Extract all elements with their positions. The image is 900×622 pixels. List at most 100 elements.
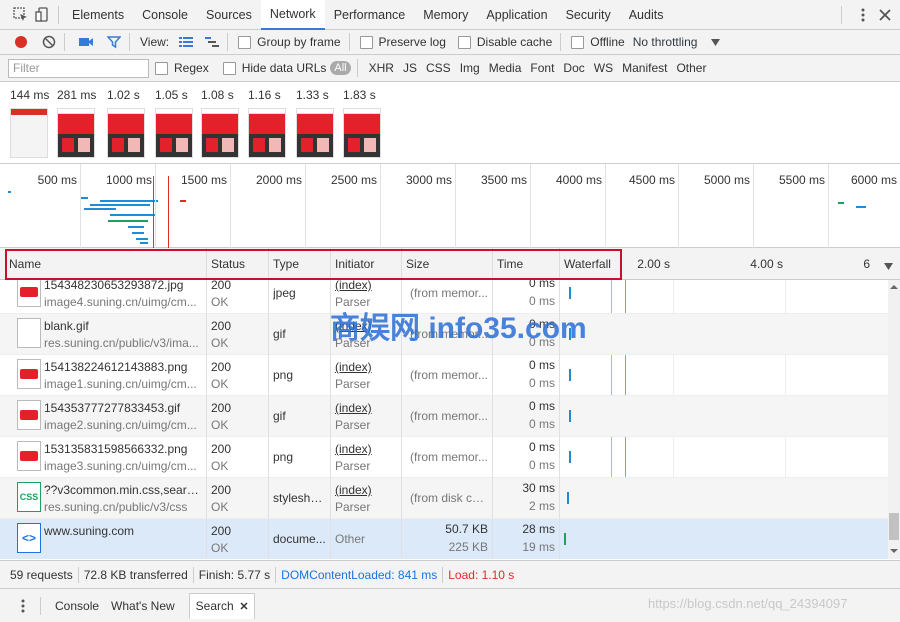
filter-type-other[interactable]: Other	[674, 60, 708, 76]
size-cell: (from memor...	[402, 437, 493, 478]
request-type: png	[273, 368, 294, 382]
more-options-icon[interactable]	[852, 4, 874, 26]
type-cell: docume...	[269, 519, 331, 559]
request-row[interactable]: blank.gif res.suning.cn/public/v3/ima... 2…	[0, 314, 888, 355]
regex-checkbox[interactable]: Regex	[155, 61, 209, 75]
waterfall-overview-icon[interactable]	[201, 31, 223, 53]
blank-file-icon	[17, 318, 41, 348]
column-time[interactable]: Time	[493, 248, 560, 280]
record-icon[interactable]	[10, 31, 32, 53]
group-by-frame-checkbox[interactable]: Group by frame	[238, 35, 341, 49]
column-size[interactable]: Size	[402, 248, 493, 280]
initiator-link[interactable]: (index)	[335, 442, 397, 456]
drawer-tab-console[interactable]: Console	[49, 593, 105, 619]
waterfall-cell	[560, 437, 888, 478]
tab-memory[interactable]: Memory	[414, 0, 477, 30]
disable-cache-checkbox[interactable]: Disable cache	[457, 35, 552, 49]
filter-type-js[interactable]: JS	[401, 60, 419, 76]
overview-tick-label: 2000 ms	[255, 173, 302, 187]
close-icon[interactable]	[240, 599, 248, 613]
filter-icon[interactable]	[103, 31, 125, 53]
time-cell: 28 ms 19 ms	[493, 519, 560, 559]
scroll-thumb[interactable]	[889, 513, 899, 540]
drawer-tab-search-label: Search	[195, 599, 234, 613]
filmstrip-frame[interactable]: 1.05 s	[155, 88, 193, 158]
initiator-cell: (index) Parser	[331, 355, 402, 396]
waterfall-bar	[569, 369, 571, 381]
close-devtools-icon[interactable]	[874, 4, 896, 26]
clear-icon[interactable]	[38, 31, 60, 53]
cache-source: (from disk cac...	[410, 491, 488, 505]
filter-type-img[interactable]: Img	[458, 60, 482, 76]
column-waterfall[interactable]: Waterfall	[560, 248, 622, 280]
column-type[interactable]: Type	[269, 248, 331, 280]
filmstrip-frame[interactable]: 1.33 s	[296, 88, 334, 158]
separator	[560, 33, 562, 51]
filmstrip-frame[interactable]: 1.83 s	[343, 88, 381, 158]
column-status[interactable]: Status	[207, 248, 269, 280]
drawer-tab-whats-new[interactable]: What's New	[105, 593, 181, 619]
drawer-tab-search[interactable]: Search	[188, 592, 255, 619]
filmstrip-frame[interactable]: 144 ms	[10, 88, 49, 158]
filter-input[interactable]	[8, 58, 149, 78]
initiator-link[interactable]: (index)	[335, 319, 397, 333]
filter-type-css[interactable]: CSS	[424, 60, 453, 76]
offline-checkbox[interactable]: Offline	[571, 35, 625, 49]
filter-type-ws[interactable]: WS	[592, 60, 615, 76]
initiator-link[interactable]: (index)	[335, 401, 397, 415]
column-initiator[interactable]: Initiator	[331, 248, 402, 280]
request-row[interactable]: <> www.suning.com 200 OK docume... Other 50.7 …	[0, 519, 888, 559]
request-row[interactable]: 153135831598566332.png image3.suning.cn/u…	[0, 437, 888, 478]
scroll-up-icon[interactable]	[888, 282, 900, 292]
drawer-menu-icon[interactable]	[12, 595, 34, 617]
group-by-frame-label: Group by frame	[257, 35, 341, 49]
status-text: OK	[211, 459, 229, 473]
finish-time: Finish: 5.77 s	[198, 567, 271, 582]
filter-type-xhr[interactable]: XHR	[367, 60, 396, 76]
request-name: 153135831598566332.png	[44, 442, 188, 456]
tab-security[interactable]: Security	[557, 0, 620, 30]
filter-type-doc[interactable]: Doc	[561, 60, 586, 76]
request-row[interactable]: 154348230653293872.jpg image4.suning.cn/u…	[0, 280, 888, 314]
initiator-link[interactable]: (index)	[335, 360, 397, 374]
time-cell: 0 ms 0 ms	[493, 437, 560, 478]
initiator-link[interactable]: (index)	[335, 280, 397, 292]
initiator-link[interactable]: (index)	[335, 483, 397, 497]
device-toolbar-icon[interactable]	[32, 4, 54, 26]
capture-screenshots-icon[interactable]	[75, 31, 97, 53]
column-name[interactable]: Name	[5, 248, 207, 280]
overview-bar	[136, 238, 148, 240]
overview-gridline	[828, 164, 829, 248]
scrollbar[interactable]	[888, 280, 900, 559]
request-type: gif	[273, 327, 286, 341]
filmstrip-frame[interactable]: 1.16 s	[248, 88, 286, 158]
tab-sources[interactable]: Sources	[197, 0, 261, 30]
filmstrip-frame[interactable]: 281 ms	[57, 88, 96, 158]
request-row[interactable]: CSS ??v3common.min.css,search... res.sunin…	[0, 478, 888, 519]
filmstrip-frame[interactable]: 1.02 s	[107, 88, 145, 158]
timeline-overview[interactable]: 500 ms 1000 ms 1500 ms 2000 ms 2500 ms 3000 m…	[0, 164, 900, 248]
request-row[interactable]: 154353777277833453.gif image2.suning.cn/u…	[0, 396, 888, 437]
scroll-down-icon[interactable]	[888, 546, 900, 556]
preserve-log-checkbox[interactable]: Preserve log	[359, 35, 446, 49]
filter-type-font[interactable]: Font	[528, 60, 556, 76]
name-cell: CSS ??v3common.min.css,search... res.sunin…	[5, 478, 207, 519]
tab-console[interactable]: Console	[133, 0, 197, 30]
filter-type-all[interactable]: All	[330, 61, 351, 75]
hide-data-urls-checkbox[interactable]: Hide data URLs	[222, 61, 326, 75]
request-name: 154353777277833453.gif	[44, 401, 181, 415]
filter-type-manifest[interactable]: Manifest	[620, 60, 669, 76]
inspect-element-icon[interactable]	[10, 4, 32, 26]
tab-performance[interactable]: Performance	[325, 0, 415, 30]
tab-audits[interactable]: Audits	[620, 0, 673, 30]
request-row[interactable]: 154138224612143883.png image1.suning.cn/u…	[0, 355, 888, 396]
tab-application[interactable]: Application	[477, 0, 556, 30]
throttling-select[interactable]: No throttling	[633, 35, 721, 49]
filmstrip-frame[interactable]: 1.08 s	[201, 88, 239, 158]
tab-elements[interactable]: Elements	[63, 0, 133, 30]
tab-network[interactable]: Network	[260, 0, 325, 30]
filter-type-media[interactable]: Media	[487, 60, 524, 76]
large-rows-icon[interactable]	[175, 31, 197, 53]
waterfall-sort-icon[interactable]	[884, 259, 893, 273]
overview-tick-label: 6000 ms	[850, 173, 897, 187]
